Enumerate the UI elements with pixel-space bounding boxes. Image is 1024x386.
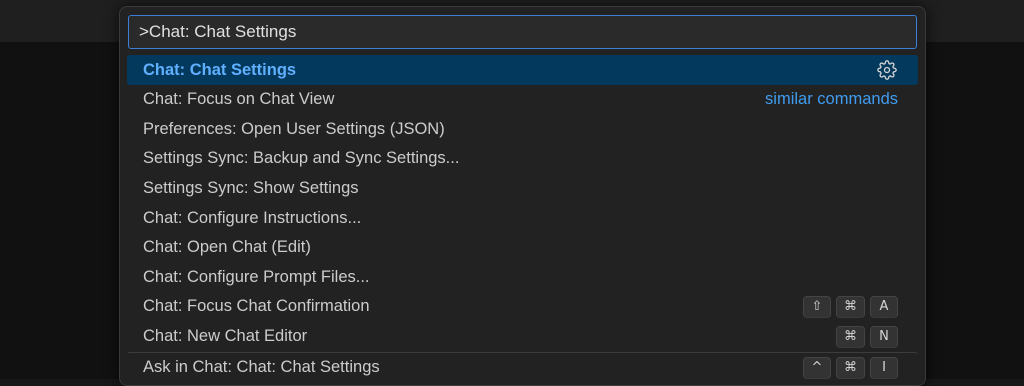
control-key: ^ bbox=[803, 356, 831, 379]
keybinding: ⇧ ⌘ A bbox=[803, 295, 898, 318]
command-item-label: Ask in Chat: Chat: Chat Settings bbox=[143, 358, 380, 377]
command-key: ⌘ bbox=[836, 295, 865, 318]
command-item-open-user-settings-json[interactable]: Preferences: Open User Settings (JSON) bbox=[127, 115, 918, 145]
keybinding: ⌘ N bbox=[836, 325, 898, 348]
command-item-focus-chat-confirmation[interactable]: Chat: Focus Chat Confirmation ⇧ ⌘ A bbox=[127, 292, 918, 322]
command-item-open-chat-edit[interactable]: Chat: Open Chat (Edit) bbox=[127, 233, 918, 263]
command-palette-input[interactable] bbox=[139, 22, 906, 42]
command-item-focus-on-chat-view[interactable]: Chat: Focus on Chat View similar command… bbox=[127, 85, 918, 115]
command-key: ⌘ bbox=[836, 356, 865, 379]
gear-icon[interactable] bbox=[876, 59, 898, 81]
command-item-label: Preferences: Open User Settings (JSON) bbox=[143, 119, 445, 138]
i-key: I bbox=[870, 356, 898, 379]
command-item-chat-settings[interactable]: Chat: Chat Settings bbox=[127, 55, 918, 85]
similar-commands-link[interactable]: similar commands bbox=[765, 90, 898, 109]
command-item-label: Chat: Focus Chat Confirmation bbox=[143, 297, 370, 316]
command-item-new-chat-editor[interactable]: Chat: New Chat Editor ⌘ N bbox=[127, 322, 918, 352]
command-palette-input-box[interactable] bbox=[128, 15, 917, 49]
command-item-label: Chat: Configure Prompt Files... bbox=[143, 267, 370, 286]
command-item-label: Chat: Focus on Chat View bbox=[143, 90, 335, 109]
command-item-label: Settings Sync: Backup and Sync Settings.… bbox=[143, 149, 460, 168]
command-item-label: Chat: Open Chat (Edit) bbox=[143, 238, 311, 257]
command-item-backup-and-sync-settings[interactable]: Settings Sync: Backup and Sync Settings.… bbox=[127, 144, 918, 174]
n-key: N bbox=[870, 325, 898, 348]
command-item-configure-instructions[interactable]: Chat: Configure Instructions... bbox=[127, 203, 918, 233]
command-item-configure-prompt-files[interactable]: Chat: Configure Prompt Files... bbox=[127, 263, 918, 293]
command-item-label: Chat: Chat Settings bbox=[143, 60, 297, 79]
command-list: Chat: Chat Settings Chat: Focus on Chat … bbox=[127, 55, 918, 382]
command-key: ⌘ bbox=[836, 325, 865, 348]
command-item-label: Chat: New Chat Editor bbox=[143, 327, 308, 346]
command-item-ask-in-chat[interactable]: Ask in Chat: Chat: Chat Settings ^ ⌘ I bbox=[127, 352, 918, 382]
keybinding: ^ ⌘ I bbox=[803, 356, 898, 379]
command-item-label: Chat: Configure Instructions... bbox=[143, 208, 362, 227]
shift-key: ⇧ bbox=[803, 295, 831, 318]
command-item-show-settings[interactable]: Settings Sync: Show Settings bbox=[127, 174, 918, 204]
command-palette: Chat: Chat Settings Chat: Focus on Chat … bbox=[119, 6, 926, 386]
command-item-label: Settings Sync: Show Settings bbox=[143, 179, 359, 198]
a-key: A bbox=[870, 295, 898, 318]
